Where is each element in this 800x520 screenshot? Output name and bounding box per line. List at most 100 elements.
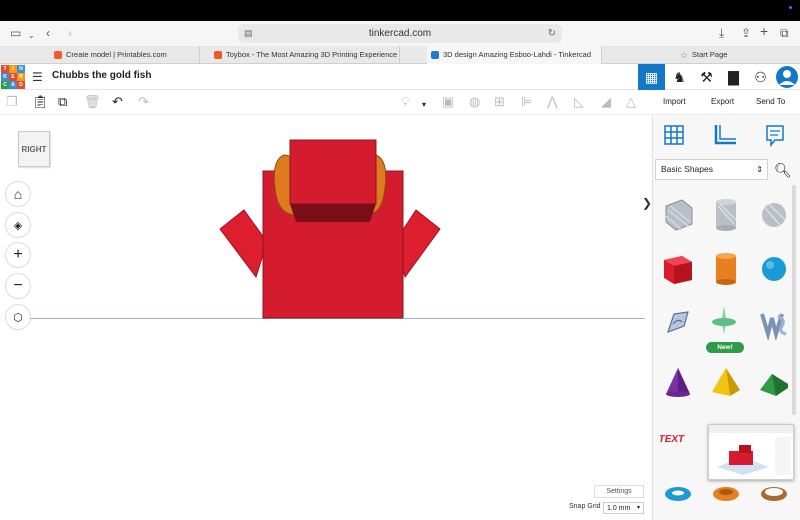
tab-start-page[interactable]: ☆ Start Page — [676, 46, 800, 64]
share-icon[interactable]: ⇪ — [741, 26, 751, 40]
snap-grid-label: Snap Grid — [569, 503, 601, 510]
tab-bar: Create model | Printables.com Toybox - T… — [0, 46, 800, 64]
forward-icon[interactable]: › — [68, 26, 72, 40]
tinkercad-favicon-icon — [431, 51, 439, 59]
note-icon[interactable] — [764, 123, 786, 147]
new-tab-icon[interactable]: + — [760, 24, 768, 38]
text-shape[interactable] — [756, 304, 792, 340]
sphere-shape[interactable] — [756, 250, 792, 286]
home-view-button[interactable]: ⌂ — [5, 181, 31, 207]
thumbnail-sidebar — [775, 437, 791, 475]
lego-button[interactable]: ▇ — [720, 64, 747, 90]
browser-toolbar: ▭ ⌄ ‹ › ▤ tinkercad.com ↻ ⤓ ⇪ + ⧉ — [0, 21, 800, 46]
mirror-icon[interactable]: ⋀ — [547, 95, 558, 109]
svg-text:TEXT: TEXT — [660, 434, 686, 445]
zoom-in-button[interactable]: + — [5, 242, 31, 268]
reload-icon[interactable]: ↻ — [548, 24, 556, 43]
ruler-l-icon[interactable] — [712, 123, 738, 147]
avatar-icon — [775, 66, 798, 88]
zoom-out-button[interactable]: − — [5, 273, 31, 299]
delete-icon[interactable]: 🗑︎ — [84, 95, 101, 109]
pickaxe-icon: ⚒ — [700, 68, 713, 85]
fit-icon: ◈ — [13, 219, 23, 232]
app-header: T I N K E R C A D ☰ Chubbs the gold fish… — [0, 64, 800, 90]
copy-icon[interactable]: ❐ — [6, 95, 18, 109]
ruler-icon[interactable]: ◺ — [574, 95, 584, 109]
shape-category-select[interactable]: Basic Shapes ⇕ — [655, 159, 768, 180]
tab-overview-icon[interactable]: ⧉ — [780, 26, 789, 40]
cylinder-shape[interactable] — [708, 250, 744, 286]
settings-button[interactable]: Settings — [594, 485, 644, 498]
redo-icon[interactable]: ↷ — [138, 95, 149, 109]
cylinder-hole-shape[interactable] — [708, 196, 744, 232]
printables-favicon-icon — [54, 51, 62, 59]
light-icon[interactable]: 💡︎ — [401, 95, 410, 109]
blocks-button[interactable]: ♞ — [666, 64, 693, 90]
blocks-icon: ♞ — [673, 68, 686, 85]
torus-shape[interactable] — [660, 474, 696, 510]
sphere-hole-shape[interactable] — [756, 196, 792, 232]
tab-label: Toybox - The Most Amazing 3D Printing Ex… — [226, 50, 399, 59]
left-fin[interactable] — [219, 209, 268, 279]
panel-scrollbar[interactable] — [792, 185, 796, 415]
tab-label: Create model | Printables.com — [66, 50, 167, 59]
export-button[interactable]: Export — [711, 97, 734, 106]
group-icon[interactable]: ⊞ — [494, 95, 505, 109]
caret-down-icon[interactable]: ▾ — [422, 98, 426, 112]
new-shape[interactable] — [706, 302, 742, 338]
back-icon[interactable]: ‹ — [46, 26, 50, 40]
updown-icon: ⇕ — [756, 165, 763, 174]
search-icon[interactable]: 🔍︎ — [774, 162, 792, 179]
design-thumbnail[interactable] — [708, 424, 794, 480]
view-3d-button[interactable]: ▦ — [638, 64, 665, 90]
duplicate-icon[interactable]: ⧉ — [58, 95, 67, 109]
roof-shape[interactable] — [756, 364, 792, 400]
logo-letter: D — [17, 81, 25, 89]
plus-icon: + — [13, 246, 23, 263]
ring-shape[interactable] — [756, 474, 792, 510]
text-3d-shape[interactable]: TEXT — [660, 420, 696, 456]
box-hole-shape[interactable] — [660, 196, 696, 232]
add-user-icon: ⚇ — [754, 68, 767, 85]
tinkercad-logo[interactable]: T I N K E R C A D — [1, 65, 25, 89]
download-icon[interactable]: ⤓ — [719, 26, 724, 40]
speech-icon[interactable]: ◍ — [469, 95, 480, 109]
export-actions: Import Export Send To — [652, 90, 800, 115]
model-chubbs[interactable] — [210, 135, 450, 323]
send-to-button[interactable]: Send To — [756, 97, 785, 106]
minus-icon: − — [13, 277, 23, 294]
logo-letter: N — [17, 65, 25, 73]
triangle-icon[interactable]: △ — [626, 95, 636, 109]
view-cube[interactable]: RIGHT — [18, 131, 50, 167]
cone-shape[interactable] — [660, 364, 696, 400]
avatar[interactable] — [773, 64, 800, 90]
tab-printables[interactable]: Create model | Printables.com — [50, 46, 200, 64]
scribble-shape[interactable] — [660, 304, 696, 340]
add-user-button[interactable]: ⚇ — [747, 64, 774, 90]
bricks-button[interactable]: ⚒ — [693, 64, 720, 90]
workplane-icon[interactable]: ◢ — [601, 95, 611, 109]
paste-icon[interactable]: 📋︎ — [32, 95, 49, 109]
fit-view-button[interactable]: ◈ — [5, 212, 31, 238]
head[interactable] — [289, 139, 377, 205]
design-title[interactable]: Chubbs the gold fish — [52, 70, 151, 81]
design-list-icon[interactable]: ☰ — [32, 70, 43, 84]
ortho-view-button[interactable]: ⬡ — [5, 304, 31, 330]
align-icon[interactable]: ⊫ — [521, 95, 532, 109]
collapse-panel-icon[interactable]: ❯ — [642, 196, 652, 210]
snap-grid-select[interactable]: 1.0 mm ▾ — [603, 502, 644, 514]
tab-toybox[interactable]: Toybox - The Most Amazing 3D Printing Ex… — [210, 46, 400, 64]
import-button[interactable]: Import — [663, 97, 686, 106]
tab-tinkercad[interactable]: 3D design Amazing Esboo-Lahdi - Tinkerca… — [427, 46, 602, 64]
shape-solid-icon[interactable]: ▣ — [442, 95, 454, 109]
address-bar[interactable]: ▤ tinkercad.com ↻ — [238, 24, 562, 43]
workplane-grid-icon[interactable] — [662, 123, 686, 147]
box-shape[interactable] — [660, 250, 696, 286]
tube-shape[interactable] — [708, 474, 744, 510]
workplane-canvas[interactable]: RIGHT ⌂ ◈ + − ⬡ Settings Snap Grid 1.0 m… — [0, 115, 652, 520]
sidebar-toggle-icon[interactable]: ▭ — [10, 26, 21, 40]
pyramid-shape[interactable] — [708, 364, 744, 400]
head-shadow — [290, 204, 376, 222]
undo-icon[interactable]: ↶ — [112, 95, 123, 109]
chevron-down-icon[interactable]: ⌄ — [28, 29, 35, 43]
